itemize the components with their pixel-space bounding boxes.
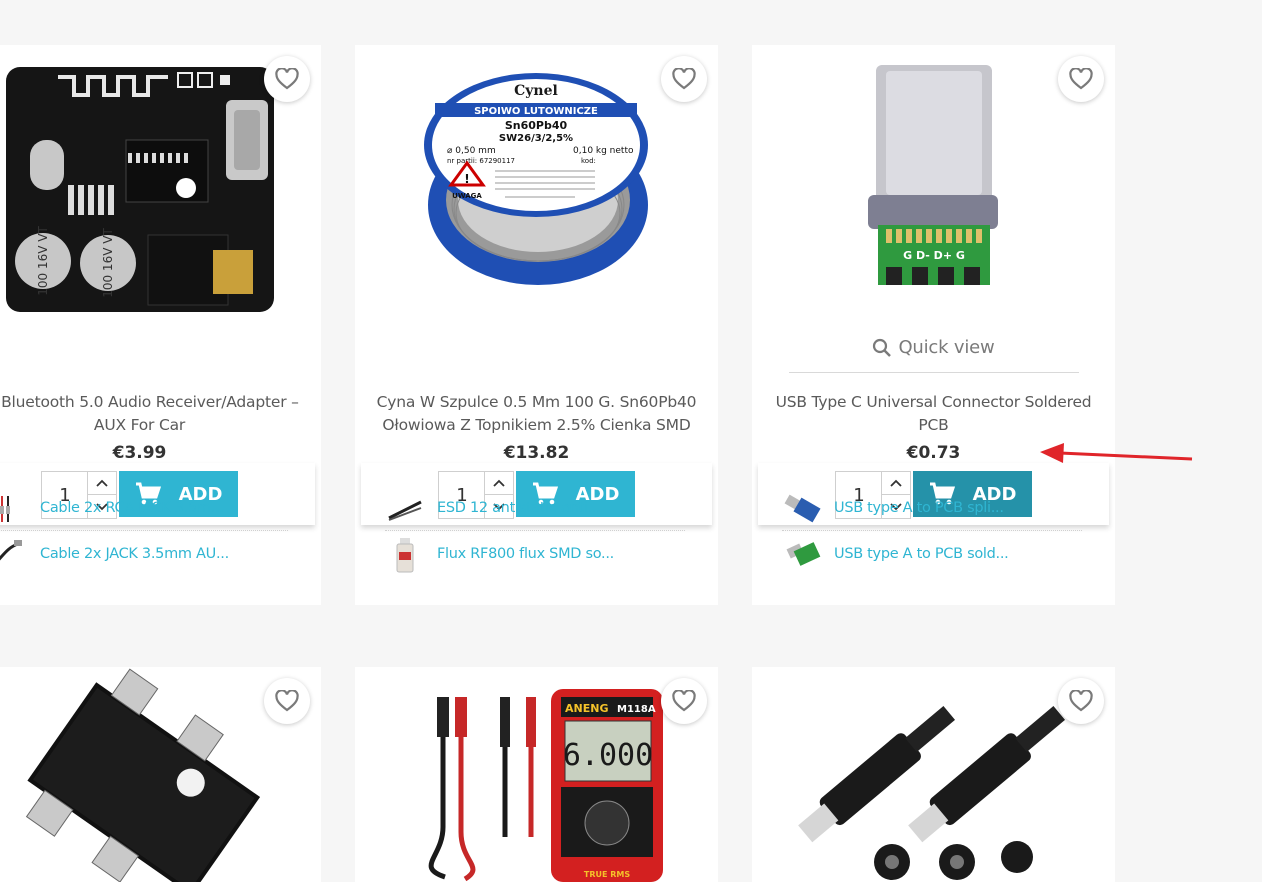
wishlist-button[interactable] xyxy=(661,56,707,102)
meter-footer: TRUE RMS xyxy=(584,870,630,879)
heart-icon xyxy=(672,690,696,712)
heart-icon xyxy=(275,68,299,90)
spool-alloy: Sn60Pb40 xyxy=(505,119,568,132)
spool-spec: SW26/3/2,5% xyxy=(499,133,573,144)
annotation-arrow xyxy=(1040,443,1193,463)
quick-view-button[interactable]: Quick view xyxy=(752,337,1115,358)
pcb-labels: G D- D+ G xyxy=(903,249,965,262)
spool-brand: Cynel xyxy=(514,83,558,99)
accessory-item[interactable]: USB type A to PCB spli... xyxy=(782,485,1082,531)
accessory-link[interactable]: Cable 2x JACK 3.5mm AU... xyxy=(40,546,229,562)
accessory-link[interactable]: USB type A to PCB spli... xyxy=(834,500,1004,516)
spool-warning: UWAGA xyxy=(452,192,482,200)
meter-brand: ANENG xyxy=(565,702,608,715)
spool-diameter: ⌀ 0,50 mm xyxy=(447,146,496,156)
svg-text:!: ! xyxy=(464,172,469,186)
meter-reading: 6.000 xyxy=(563,738,653,773)
capacitor-label: 100 16V VT xyxy=(36,226,50,296)
spool-batch: nr partii: 67290117 xyxy=(447,157,515,165)
accessory-thumbnail xyxy=(385,534,425,574)
product-card: Cynel SPOIWO LUTOWNICZE Sn60Pb40 SW26/3/… xyxy=(355,45,718,605)
heart-icon xyxy=(1069,690,1093,712)
spool-code: kod: xyxy=(581,157,596,165)
wishlist-button[interactable] xyxy=(661,678,707,724)
product-price: €13.82 xyxy=(503,443,570,463)
accessory-link[interactable]: ESD 12 antistatic anti... xyxy=(437,500,601,516)
product-title[interactable]: Cyna W Szpulce 0.5 Mm 100 G. Sn60Pb40 Oł… xyxy=(367,391,706,437)
product-title[interactable]: USB Type C Universal Connector Soldered … xyxy=(764,391,1103,437)
heart-icon xyxy=(672,68,696,90)
product-title[interactable]: -C Bluetooth 5.0 Audio Receiver/Adapter … xyxy=(0,391,309,437)
wishlist-button[interactable] xyxy=(1058,678,1104,724)
wishlist-button[interactable] xyxy=(264,56,310,102)
search-icon xyxy=(873,338,892,357)
quick-view-label: Quick view xyxy=(898,337,995,358)
spool-weight: 0,10 kg netto xyxy=(573,146,634,156)
accessory-item[interactable]: USB type A to PCB sold... xyxy=(782,531,1082,577)
capacitor-label: 100 16V VT xyxy=(101,228,115,298)
accessory-thumbnail xyxy=(782,534,822,574)
accessory-link[interactable]: USB type A to PCB sold... xyxy=(834,546,1009,562)
product-card xyxy=(0,667,321,882)
divider xyxy=(789,372,1079,373)
spool-header: SPOIWO LUTOWNICZE xyxy=(474,106,598,117)
accessory-link[interactable]: Cable 2x RCA JACK 3.5m... xyxy=(40,500,224,516)
product-card: 100 16V VT 100 16V VT -C Bluetooth 5.0 A… xyxy=(0,45,321,605)
accessory-thumbnail xyxy=(385,488,425,528)
meter-model: M118A xyxy=(617,704,656,715)
accessory-link[interactable]: Flux RF800 flux SMD so... xyxy=(437,546,614,562)
accessory-item[interactable]: ESD 12 antistatic anti... xyxy=(385,485,685,531)
product-price: €3.99 xyxy=(112,443,167,463)
wishlist-button[interactable] xyxy=(264,678,310,724)
product-card xyxy=(752,667,1115,882)
product-card: G D- D+ G Quick view USB Type C Universa… xyxy=(752,45,1115,605)
heart-icon xyxy=(1069,68,1093,90)
wishlist-button[interactable] xyxy=(1058,56,1104,102)
accessory-thumbnail xyxy=(0,488,28,528)
accessory-item[interactable]: Cable 2x RCA JACK 3.5m... xyxy=(0,485,288,531)
heart-icon xyxy=(275,690,299,712)
accessory-thumbnail xyxy=(0,534,28,574)
accessory-thumbnail xyxy=(782,488,822,528)
accessory-item[interactable]: Flux RF800 flux SMD so... xyxy=(385,531,685,577)
product-card: ANENG M118A 6.000 TRUE RMS xyxy=(355,667,718,882)
accessory-item[interactable]: Cable 2x JACK 3.5mm AU... xyxy=(0,531,288,577)
